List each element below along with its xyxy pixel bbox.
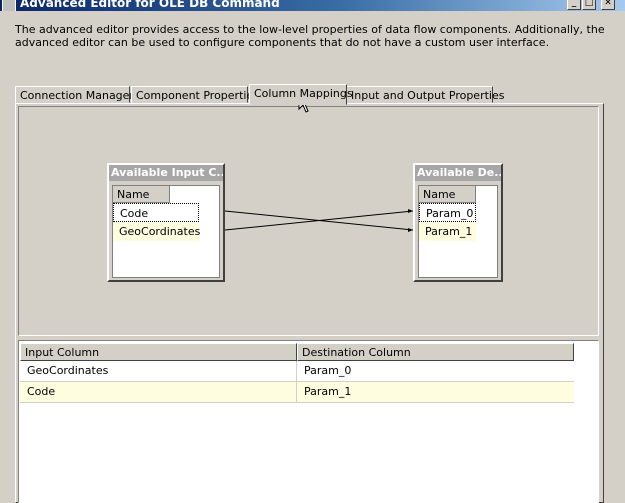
table-row[interactable]: Code Param_1: [20, 382, 574, 403]
mapping-lines: [224, 209, 414, 232]
tab-component-properties[interactable]: Component Properties: [131, 86, 259, 103]
arrowhead-icon: [408, 209, 413, 213]
title-bar[interactable]: Advanced Editor for OLE DB Command _ □ ✕: [0, 0, 625, 11]
window-title: Advanced Editor for OLE DB Command: [20, 0, 280, 10]
table-row[interactable]: GeoCordinates Param_0: [20, 361, 574, 382]
column-header-destination[interactable]: Destination Column: [297, 343, 574, 361]
tab-connection-managers[interactable]: Connection Managers: [15, 86, 140, 103]
tab-input-output-properties[interactable]: Input and Output Properties: [346, 86, 504, 103]
maximize-button[interactable]: □: [582, 0, 596, 10]
row-destination-cell[interactable]: Param_1: [297, 382, 574, 402]
column-header-input[interactable]: Input Column: [20, 343, 297, 361]
description-text: The advanced editor provides access to t…: [15, 23, 605, 49]
mapping-diagram[interactable]: Available Input C... Name Code GeoCordin…: [18, 106, 599, 336]
mappings-grid[interactable]: Input Column Destination Column GeoCordi…: [18, 340, 599, 503]
close-button[interactable]: ✕: [601, 0, 615, 10]
row-input-cell[interactable]: Code: [20, 382, 297, 402]
minimize-button[interactable]: _: [567, 0, 581, 10]
app-icon: [2, 0, 16, 11]
row-destination-cell[interactable]: Param_0: [297, 361, 574, 381]
tab-column-mappings[interactable]: Column Mappings: [249, 84, 353, 105]
arrowhead-icon: [408, 228, 413, 232]
row-input-cell[interactable]: GeoCordinates: [20, 361, 297, 381]
